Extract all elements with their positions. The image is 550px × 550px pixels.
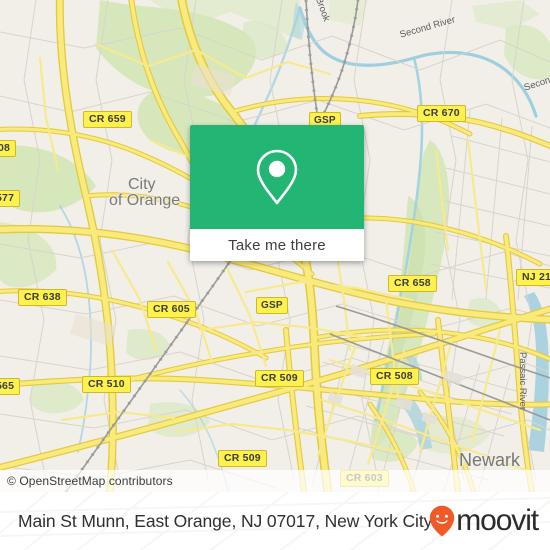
water-label-passaic-river: Passaic River	[517, 352, 528, 411]
moovit-map-screen: City of Orange Newark Second River Secon…	[0, 0, 550, 550]
road-shield-cr-659[interactable]: CR 659	[83, 111, 132, 128]
road-shield-gsp-south[interactable]: GSP	[256, 297, 288, 314]
road-shield-cr-509-north[interactable]: CR 509	[255, 370, 304, 387]
moovit-wordmark: moovit	[456, 504, 539, 537]
road-shield-cr-508[interactable]: CR 508	[370, 368, 419, 385]
location-pin-icon	[256, 149, 298, 205]
road-shield-cr-638[interactable]: CR 638	[18, 289, 67, 306]
location-popup-card[interactable]: Take me there	[190, 125, 364, 261]
road-shield-cr-510[interactable]: CR 510	[82, 376, 131, 393]
moovit-pin-icon	[430, 505, 455, 537]
address-label: Main St Munn, East Orange, NJ 07017, New…	[18, 510, 433, 531]
road-shield-cr-658[interactable]: CR 658	[388, 275, 437, 292]
road-shield-577[interactable]: 577	[0, 190, 21, 207]
road-shield-cr-509-south[interactable]: CR 509	[218, 450, 267, 467]
footer-bar: Main St Munn, East Orange, NJ 07017, New…	[0, 492, 550, 550]
road-shield-nj-21[interactable]: NJ 21	[516, 269, 550, 286]
take-me-there-button[interactable]: Take me there	[190, 229, 364, 261]
road-shield-cr-670[interactable]: CR 670	[417, 105, 466, 122]
moovit-logo[interactable]: moovit	[429, 504, 539, 537]
road-shield-565[interactable]: 565	[0, 378, 21, 395]
road-shield-08[interactable]: 08	[0, 140, 17, 157]
road-shield-cr-605[interactable]: CR 605	[147, 301, 196, 318]
popup-header	[190, 125, 364, 229]
map-attribution: © OpenStreetMap contributors	[0, 470, 550, 492]
